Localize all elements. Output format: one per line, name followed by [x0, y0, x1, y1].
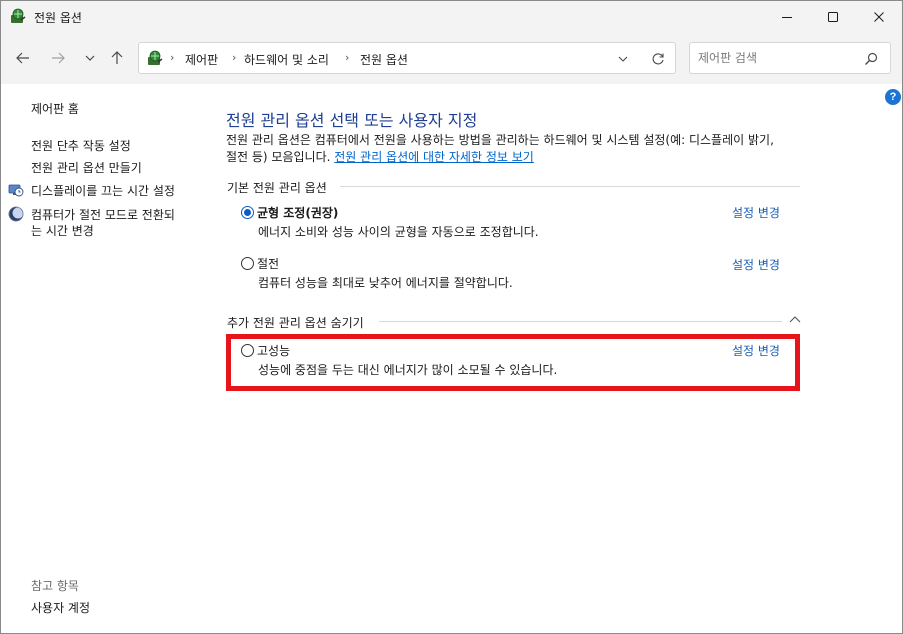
- search-input[interactable]: [698, 49, 858, 67]
- create-power-plan-link[interactable]: 전원 관리 옵션 만들기: [31, 159, 142, 176]
- breadcrumb-control-panel[interactable]: 제어판: [185, 51, 218, 68]
- change-settings-power-saver-link[interactable]: 설정 변경: [732, 256, 780, 273]
- page-description: 전원 관리 옵션은 컴퓨터에서 전원을 사용하는 방법을 관리하는 하드웨어 및…: [226, 132, 806, 166]
- up-button[interactable]: [105, 46, 129, 70]
- description-prefix: 절전 등) 모음입니다.: [226, 150, 335, 164]
- sleep-time-link-line1[interactable]: 컴퓨터가 절전 모드로 전환되: [31, 206, 175, 223]
- window-title: 전원 옵션: [34, 11, 82, 25]
- change-settings-balanced-link[interactable]: 설정 변경: [732, 204, 780, 221]
- control-panel-icon: [148, 50, 163, 65]
- arrow-left-icon: [16, 52, 29, 64]
- highlight-annotation-box: [226, 334, 800, 391]
- page-title: 전원 관리 옵션 선택 또는 사용자 지정: [226, 111, 478, 130]
- group-divider: [340, 186, 800, 187]
- address-dropdown-button[interactable]: [615, 51, 631, 67]
- description-line2: 절전 등) 모음입니다. 전원 관리 옵션에 대한 자세한 정보 보기: [226, 149, 806, 166]
- preferred-plans-header: 기본 전원 관리 옵션: [227, 181, 327, 195]
- search-box[interactable]: [689, 42, 891, 74]
- minimize-button[interactable]: [764, 1, 810, 32]
- title-bar: 전원 옵션: [1, 1, 902, 32]
- plan-radio-balanced[interactable]: [241, 206, 254, 219]
- moon-icon: [8, 206, 24, 222]
- plan-name-balanced[interactable]: 균형 조정(권장): [257, 204, 338, 221]
- learn-more-link[interactable]: 전원 관리 옵션에 대한 자세한 정보 보기: [334, 150, 534, 164]
- description-line1: 전원 관리 옵션은 컴퓨터에서 전원을 사용하는 방법을 관리하는 하드웨어 및…: [226, 133, 774, 147]
- recent-locations-button[interactable]: [78, 46, 102, 70]
- address-bar[interactable]: › 제어판 › 하드웨어 및 소리 › 전원 옵션: [138, 42, 676, 74]
- choose-power-button-link[interactable]: 전원 단추 작동 설정: [31, 137, 131, 154]
- back-button[interactable]: [11, 46, 35, 70]
- breadcrumb-separator-icon: ›: [232, 51, 237, 64]
- plan-description-balanced: 에너지 소비와 성능 사이의 균형을 자동으로 조정합니다.: [258, 225, 539, 239]
- control-panel-home-link[interactable]: 제어판 홈: [31, 100, 79, 117]
- refresh-icon: [652, 53, 664, 65]
- arrow-up-icon: [111, 51, 123, 64]
- maximize-button[interactable]: [810, 1, 856, 32]
- breadcrumb-separator-icon: ›: [170, 51, 175, 64]
- close-button[interactable]: [856, 1, 902, 32]
- breadcrumb-separator-icon: ›: [345, 51, 350, 64]
- user-accounts-link[interactable]: 사용자 계정: [31, 599, 90, 616]
- arrow-right-icon: [52, 52, 65, 64]
- plan-description-power-saver: 컴퓨터 성능을 최대로 낮추어 에너지를 절약합니다.: [258, 276, 513, 290]
- breadcrumb-power-options[interactable]: 전원 옵션: [360, 51, 408, 68]
- display-clock-icon: [8, 184, 24, 197]
- plan-radio-power-saver[interactable]: [241, 257, 254, 270]
- chevron-down-icon: [618, 56, 628, 62]
- see-also-heading: 참고 항목: [31, 579, 79, 593]
- navigation-bar: › 제어판 › 하드웨어 및 소리 › 전원 옵션: [1, 32, 902, 84]
- chevron-down-icon: [85, 55, 95, 61]
- sleep-time-link-line2[interactable]: 는 시간 변경: [31, 222, 94, 239]
- maximize-icon: [828, 11, 838, 22]
- forward-button[interactable]: [46, 46, 70, 70]
- help-icon[interactable]: ?: [885, 89, 901, 105]
- display-off-time-link[interactable]: 디스플레이를 끄는 시간 설정: [31, 182, 175, 199]
- power-options-icon: [11, 8, 26, 23]
- close-icon: [874, 11, 884, 22]
- hide-additional-plans-toggle[interactable]: 추가 전원 관리 옵션 숨기기: [227, 314, 364, 331]
- minimize-icon: [782, 16, 792, 18]
- search-icon[interactable]: [863, 51, 879, 67]
- group-divider: [379, 321, 782, 322]
- breadcrumb-hardware-sound[interactable]: 하드웨어 및 소리: [244, 51, 329, 68]
- refresh-button[interactable]: [649, 50, 667, 68]
- power-options-window: 전원 옵션 › 제어판 › 하드웨어 및 소리 › 전원 옵션 제어판 검색 ?…: [0, 0, 903, 634]
- chevron-up-icon[interactable]: [788, 314, 802, 324]
- plan-name-power-saver[interactable]: 절전: [257, 255, 279, 272]
